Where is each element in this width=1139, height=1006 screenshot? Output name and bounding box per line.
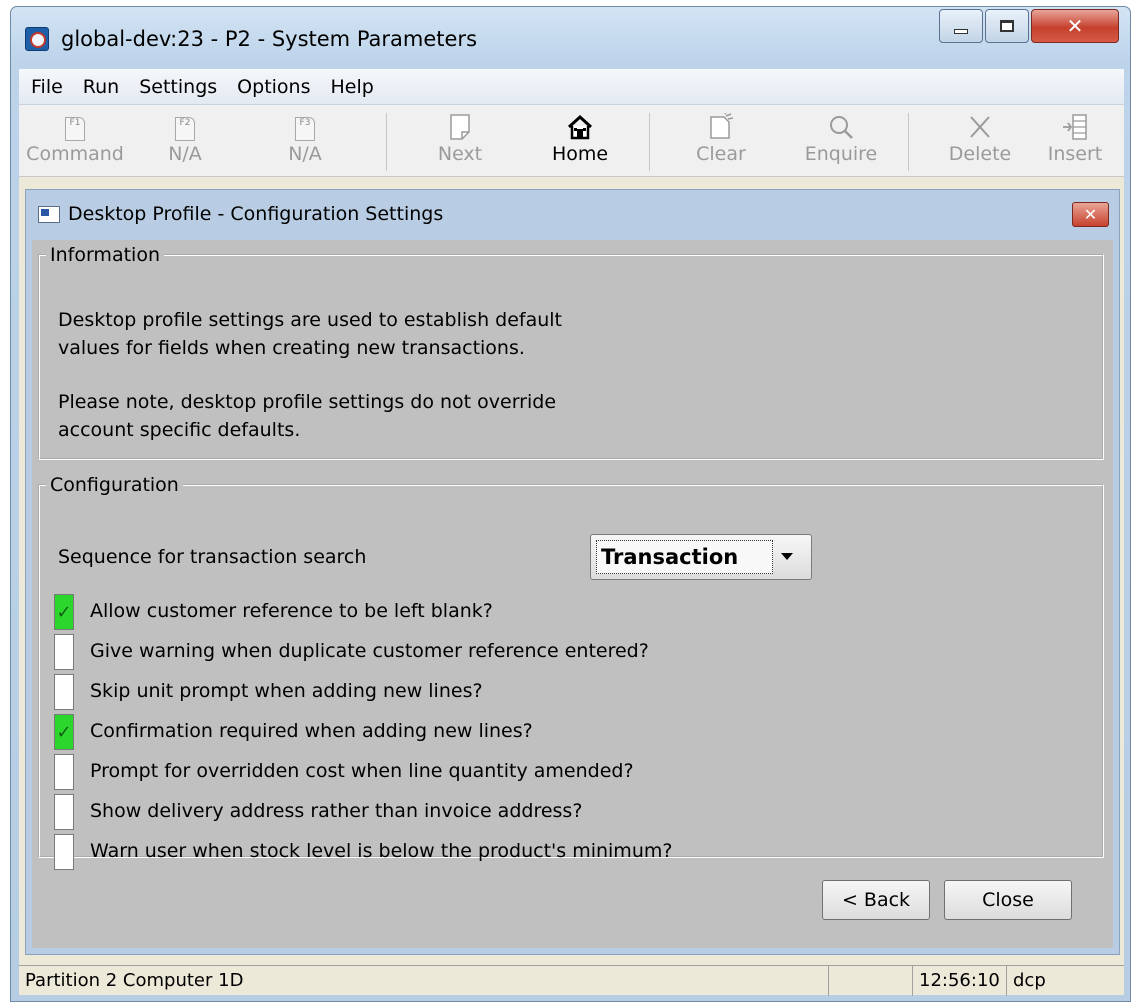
configuration-group: Configuration Sequence for transaction s… <box>38 474 1104 870</box>
maximize-icon <box>1000 20 1014 32</box>
toolbar: F1 Command F2 N/A F3 N/A Next Home Clear… <box>19 105 1124 177</box>
checkbox-duplicate-reference-warning[interactable] <box>54 634 74 670</box>
option-label: Skip unit prompt when adding new lines? <box>90 680 483 702</box>
dialog-title-bar: Desktop Profile - Configuration Settings… <box>26 190 1119 240</box>
menu-help[interactable]: Help <box>324 76 387 98</box>
checkbox-confirm-new-lines[interactable]: ✓ <box>54 714 74 750</box>
sequence-select[interactable]: Transaction <box>590 534 812 580</box>
menu-options[interactable]: Options <box>231 76 324 98</box>
next-button[interactable]: Next <box>404 111 516 165</box>
status-bar: Partition 2 Computer 1D 12:56:10 dcp <box>19 965 1124 996</box>
insert-label: Insert <box>1047 143 1103 165</box>
enquire-button[interactable]: Enquire <box>785 111 897 165</box>
info-line: Desktop profile settings are used to est… <box>58 309 563 331</box>
close-icon: ✕ <box>1066 14 1084 38</box>
home-label: Home <box>551 143 609 165</box>
option-label: Confirmation required when adding new li… <box>90 720 533 742</box>
checkbox-stock-level-warning[interactable] <box>54 834 74 870</box>
next-label: Next <box>437 143 483 165</box>
dialog-body: Information Desktop profile settings are… <box>32 240 1113 948</box>
f3-key-icon: F3 <box>295 117 315 141</box>
info-line: values for fields when creating new tran… <box>58 337 525 359</box>
toolbar-separator <box>386 113 387 171</box>
title-bar: global-dev:23 - P2 - System Parameters ✕ <box>11 7 1130 69</box>
close-window-button[interactable]: ✕ <box>1031 9 1119 43</box>
client-area: File Run Settings Options Help F1 Comman… <box>19 69 1124 996</box>
menu-run[interactable]: Run <box>77 76 133 98</box>
configuration-dialog: Desktop Profile - Configuration Settings… <box>25 189 1120 955</box>
clear-document-icon <box>710 113 734 139</box>
f3-button[interactable]: F3 N/A <box>249 111 361 165</box>
sequence-value: Transaction <box>596 540 773 574</box>
delete-icon <box>970 116 990 138</box>
home-button[interactable]: Home <box>524 111 636 165</box>
f2-button[interactable]: F2 N/A <box>129 111 241 165</box>
info-line: Please note, desktop profile settings do… <box>58 391 557 413</box>
option-label: Give warning when duplicate customer ref… <box>90 640 649 662</box>
option-label: Show delivery address rather than invoic… <box>90 800 583 822</box>
checkbox-allow-blank-reference[interactable]: ✓ <box>54 594 74 630</box>
configuration-legend: Configuration <box>50 474 179 496</box>
status-partition: Partition 2 Computer 1D <box>19 966 829 996</box>
f2-key-icon: F2 <box>175 117 195 141</box>
minimize-button[interactable] <box>939 9 983 43</box>
command-label: Command <box>26 143 124 165</box>
delete-label: Delete <box>948 143 1012 165</box>
delete-button[interactable]: Delete <box>924 111 1036 165</box>
information-text: Desktop profile settings are used to est… <box>58 306 562 444</box>
f1-key-icon: F1 <box>65 117 85 141</box>
chevron-down-icon <box>781 553 793 560</box>
f2-label: N/A <box>168 143 202 165</box>
insert-row-icon <box>1063 114 1087 140</box>
page-icon <box>450 114 470 140</box>
info-line: account specific defaults. <box>58 419 301 441</box>
status-spacer <box>829 966 913 996</box>
checkbox-skip-unit-prompt[interactable] <box>54 674 74 710</box>
menu-bar: File Run Settings Options Help <box>19 69 1124 105</box>
window-title: global-dev:23 - P2 - System Parameters <box>61 27 478 51</box>
app-logo-icon <box>25 27 49 51</box>
sequence-label: Sequence for transaction search <box>58 546 367 568</box>
close-icon: ✕ <box>1083 205 1098 224</box>
option-label: Allow customer reference to be left blan… <box>90 600 493 622</box>
toolbar-separator <box>908 113 909 171</box>
search-icon <box>830 116 853 139</box>
home-icon <box>567 114 593 140</box>
close-button[interactable]: Close <box>944 880 1072 920</box>
clear-label: Clear <box>696 143 746 165</box>
option-label: Prompt for overridden cost when line qua… <box>90 760 634 782</box>
menu-settings[interactable]: Settings <box>133 76 231 98</box>
status-user: dcp <box>1013 970 1046 991</box>
information-legend: Information <box>50 244 160 266</box>
window-icon <box>38 206 60 223</box>
f3-label: N/A <box>288 143 322 165</box>
option-label: Warn user when stock level is below the … <box>90 840 673 862</box>
clear-button[interactable]: Clear <box>665 111 777 165</box>
enquire-label: Enquire <box>804 143 878 165</box>
checkbox-show-delivery-address[interactable] <box>54 794 74 830</box>
back-button[interactable]: < Back <box>822 880 930 920</box>
checkbox-overridden-cost-prompt[interactable] <box>54 754 74 790</box>
dialog-title: Desktop Profile - Configuration Settings <box>68 203 444 225</box>
insert-button[interactable]: Insert <box>1027 111 1123 165</box>
status-time: 12:56:10 <box>913 966 1007 996</box>
maximize-button[interactable] <box>985 9 1029 43</box>
minimize-icon <box>954 28 968 34</box>
toolbar-separator <box>649 113 650 171</box>
menu-file[interactable]: File <box>25 76 77 98</box>
command-button[interactable]: F1 Command <box>19 111 131 165</box>
dialog-close-button[interactable]: ✕ <box>1072 202 1109 227</box>
information-group: Information Desktop profile settings are… <box>38 244 1104 460</box>
application-window: global-dev:23 - P2 - System Parameters ✕… <box>10 6 1131 1002</box>
